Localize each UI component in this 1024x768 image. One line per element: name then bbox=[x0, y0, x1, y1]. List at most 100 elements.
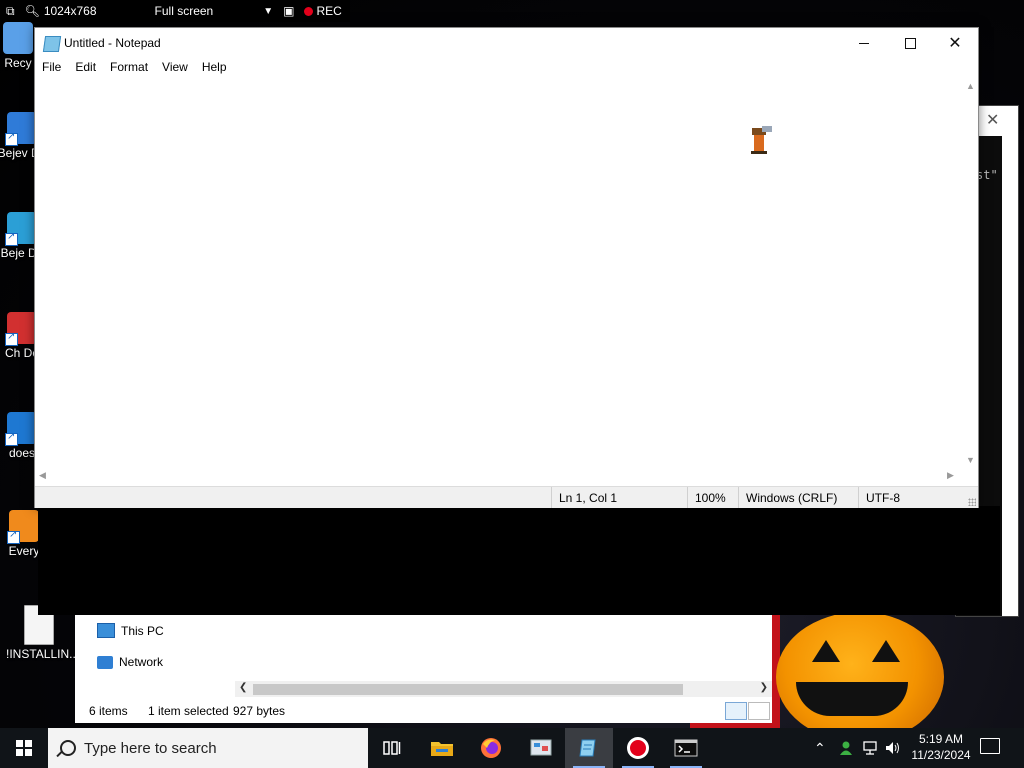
record-dot-icon bbox=[304, 6, 314, 16]
search-placeholder: Type here to search bbox=[84, 739, 217, 757]
text-editor-area[interactable] bbox=[35, 78, 962, 468]
nav-item-label: This PC bbox=[121, 623, 164, 638]
rec-label: REC bbox=[316, 4, 342, 18]
menu-view[interactable]: View bbox=[155, 58, 195, 78]
clock-time: 5:19 AM bbox=[918, 732, 964, 746]
taskbar-terminal[interactable] bbox=[662, 728, 710, 768]
network-tray-button[interactable] bbox=[862, 728, 880, 768]
menu-edit[interactable]: Edit bbox=[68, 58, 103, 78]
computer-icon bbox=[97, 623, 115, 638]
window-mode-icon[interactable]: ⧉ bbox=[6, 4, 15, 19]
wallpaper-pumpkin bbox=[776, 612, 944, 728]
notepad-window[interactable]: Untitled - Notepad ✕ File Edit Format Vi… bbox=[34, 27, 979, 508]
taskbar-notepad[interactable] bbox=[565, 728, 613, 768]
large-icons-view-button[interactable] bbox=[748, 702, 770, 720]
status-zoom-cell: 100% bbox=[687, 487, 738, 508]
notification-center-icon[interactable] bbox=[980, 738, 1000, 754]
volume-icon bbox=[886, 742, 899, 754]
folder-icon bbox=[431, 742, 453, 756]
shortcut-arrow-icon bbox=[5, 431, 18, 446]
scroll-left-icon[interactable]: ❮ bbox=[239, 682, 247, 693]
nav-item-network[interactable]: Network bbox=[97, 655, 163, 669]
terminal-icon bbox=[674, 739, 698, 757]
zoom-level: 100% bbox=[695, 491, 726, 505]
chuzzle-deluxe-icon bbox=[5, 312, 37, 346]
status-line-ending-cell: Windows (CRLF) bbox=[738, 487, 858, 508]
rec-indicator[interactable]: REC bbox=[304, 4, 342, 18]
recorder-mode[interactable]: Full screen bbox=[155, 4, 214, 18]
cursor-position: Ln 1, Col 1 bbox=[559, 491, 618, 505]
notepad-titlebar[interactable]: Untitled - Notepad ✕ bbox=[35, 28, 978, 58]
paint-icon bbox=[530, 739, 552, 756]
encoding: UTF-8 bbox=[866, 491, 900, 505]
console-text: st" bbox=[976, 168, 998, 182]
taskbar-paint[interactable] bbox=[517, 728, 565, 768]
taskbar-search-box[interactable]: Type here to search bbox=[48, 728, 368, 768]
console-scrollbar[interactable] bbox=[1002, 136, 1018, 616]
close-icon[interactable]: ✕ bbox=[986, 110, 999, 130]
task-view-button[interactable] bbox=[368, 728, 416, 768]
user-tray-icon bbox=[840, 741, 852, 755]
shortcut-arrow-icon bbox=[5, 131, 18, 146]
notepad-app-icon bbox=[42, 36, 62, 52]
camera-icon[interactable]: ▣ bbox=[283, 4, 294, 18]
scroll-up-icon[interactable]: ▲ bbox=[966, 81, 975, 91]
taskbar-recorder[interactable] bbox=[614, 728, 662, 768]
maximize-button[interactable] bbox=[887, 28, 933, 58]
network-icon bbox=[863, 741, 877, 755]
desktop-icon-label: !INSTALLIN... bbox=[6, 647, 80, 661]
shortcut-arrow-icon bbox=[7, 529, 20, 544]
menu-help[interactable]: Help bbox=[195, 58, 234, 78]
vertical-scrollbar[interactable]: ▲ ▼ bbox=[962, 78, 978, 468]
start-button[interactable] bbox=[0, 728, 48, 768]
black-window-area bbox=[38, 506, 1000, 615]
menu-format[interactable]: Format bbox=[103, 58, 155, 78]
details-view-button[interactable] bbox=[725, 702, 747, 720]
show-hidden-icons-button[interactable]: ⌃ bbox=[814, 728, 826, 768]
scroll-left-icon[interactable]: ◀ bbox=[39, 470, 46, 481]
firefox-icon bbox=[481, 738, 501, 758]
scroll-right-icon[interactable]: ❯ bbox=[760, 682, 768, 693]
item-count: 6 items bbox=[89, 704, 128, 718]
does-icon bbox=[5, 412, 37, 446]
nav-item-this-pc[interactable]: This PC bbox=[97, 623, 164, 638]
desktop-pet-sprite-icon bbox=[751, 126, 772, 154]
recycle-bin-icon bbox=[3, 22, 33, 54]
window-title: Untitled - Notepad bbox=[64, 36, 161, 50]
zoom-icon[interactable]: 🔍︎ bbox=[25, 4, 40, 18]
horizontal-scrollbar[interactable]: ◀ ▶ bbox=[35, 468, 978, 484]
explorer-horizontal-scrollbar[interactable]: ❮ ❯ bbox=[235, 681, 772, 697]
bejeweled-deluxe-icon bbox=[5, 112, 37, 146]
shortcut-arrow-icon bbox=[5, 331, 18, 346]
recorder-resolution: 1024x768 bbox=[43, 4, 97, 18]
record-icon bbox=[627, 737, 649, 759]
taskbar-file-explorer[interactable] bbox=[418, 728, 466, 768]
scroll-right-icon[interactable]: ▶ bbox=[947, 470, 954, 481]
resize-grip-icon[interactable] bbox=[968, 498, 976, 506]
tray-app-button[interactable] bbox=[838, 728, 854, 768]
taskbar-firefox[interactable] bbox=[467, 728, 515, 768]
close-button[interactable]: ✕ bbox=[932, 28, 978, 58]
chevron-up-icon: ⌃ bbox=[814, 739, 826, 756]
clock-date: 11/23/2024 bbox=[911, 748, 971, 762]
chevron-down-icon[interactable]: ▼ bbox=[263, 6, 273, 17]
scroll-down-icon[interactable]: ▼ bbox=[966, 455, 975, 465]
nav-item-label: Network bbox=[119, 655, 164, 669]
menu-file[interactable]: File bbox=[35, 58, 68, 78]
network-icon bbox=[97, 655, 113, 669]
shortcut-arrow-icon bbox=[5, 231, 18, 246]
bejeweled-icon bbox=[5, 212, 37, 246]
status-position-cell: Ln 1, Col 1 bbox=[551, 487, 687, 508]
taskbar: Type here to search ⌃ 5:19 AM 11/23/2024 bbox=[0, 728, 1024, 768]
explorer-status-bar: 6 items 1 item selected 927 bytes bbox=[75, 699, 772, 723]
taskbar-clock[interactable]: 5:19 AM 11/23/2024 bbox=[906, 731, 976, 763]
selection-info: 1 item selected bbox=[148, 704, 229, 718]
minimize-button[interactable] bbox=[841, 28, 887, 58]
screen-recorder-toolbar: ⧉ 🔍︎ 1024x768 Full screen ▼ ▣ REC bbox=[0, 0, 350, 22]
windows-logo-icon bbox=[16, 740, 32, 756]
selection-size: 927 bytes bbox=[233, 704, 286, 718]
volume-tray-button[interactable] bbox=[884, 728, 902, 768]
scrollbar-thumb[interactable] bbox=[253, 684, 683, 695]
status-bar: Ln 1, Col 1 100% Windows (CRLF) UTF-8 bbox=[35, 486, 978, 508]
status-encoding-cell: UTF-8 bbox=[858, 487, 979, 508]
